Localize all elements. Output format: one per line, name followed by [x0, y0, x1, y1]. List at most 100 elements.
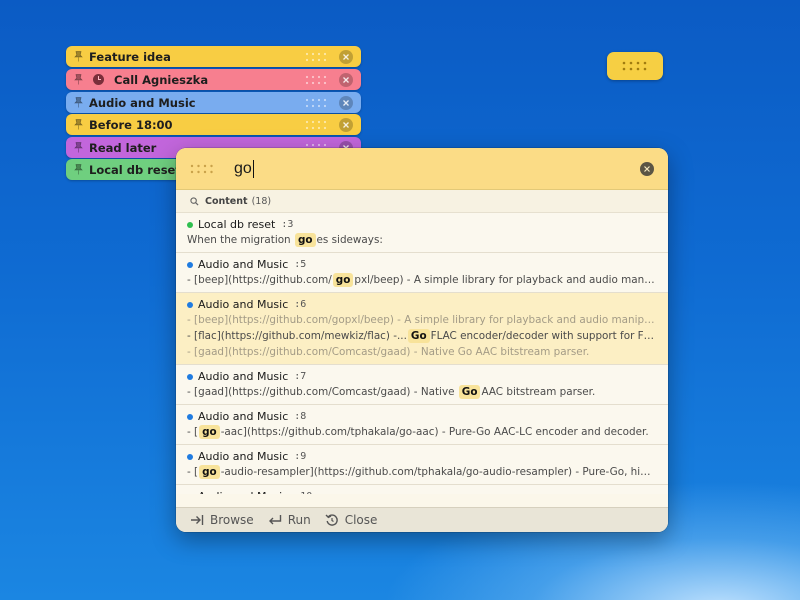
snippet-text: - [beep](https://github.com/: [187, 274, 332, 286]
result-note-name: Audio and Music: [198, 258, 289, 271]
note-color-dot: [187, 261, 193, 268]
snippet-text: - [: [187, 426, 199, 438]
sticky-note-label: Feature idea: [89, 49, 171, 64]
snippet-text: - [gaad](https://github.com/Comcast/gaad…: [187, 386, 458, 398]
note-color-dot: [187, 493, 193, 494]
floating-drag-handle[interactable]: [607, 52, 663, 80]
snippet-text: When the migration: [187, 234, 294, 246]
result-snippet: When the migration go es sideways:: [187, 232, 657, 248]
section-count: (18): [251, 195, 272, 207]
result-row[interactable]: Audio and Music :7 - [gaad](https://github…: [176, 365, 668, 405]
close-label: Close: [344, 513, 378, 527]
browse-button[interactable]: Browse: [190, 513, 254, 527]
snippet-text: es sideways:: [316, 234, 383, 246]
snippet-text: - [: [187, 466, 199, 478]
grip-icon[interactable]: [190, 164, 214, 174]
browse-label: Browse: [210, 513, 254, 527]
sticky-note-label: Audio and Music: [89, 95, 196, 110]
sticky-note[interactable]: Before 18:00: [66, 114, 361, 135]
search-input[interactable]: go: [234, 159, 640, 178]
pin-icon[interactable]: [69, 97, 87, 108]
snippet-text: - [gaad](https://github.com/Comcast/gaad…: [187, 346, 590, 358]
note-color-dot: [187, 301, 193, 308]
pin-icon[interactable]: [69, 51, 87, 62]
note-color-dot: [187, 413, 193, 420]
result-note-name: Audio and Music: [198, 490, 288, 494]
grip-icon[interactable]: [305, 98, 331, 108]
match-highlight: go: [294, 233, 316, 247]
result-line-number: :6: [294, 299, 307, 310]
close-note-button[interactable]: [339, 49, 353, 64]
undo-icon: [325, 514, 338, 526]
result-snippet: - [go -aac](https://github.com/tphakala/g…: [187, 424, 657, 440]
result-snippet: - [gaad](https://github.com/Comcast/gaad…: [187, 344, 657, 360]
result-title: Audio and Music :8: [187, 409, 657, 424]
result-row[interactable]: Local db reset :3 When the migration go es …: [176, 213, 668, 253]
pin-icon[interactable]: [69, 119, 87, 130]
clock-icon: [93, 74, 104, 85]
match-highlight: go: [332, 273, 354, 287]
grip-icon[interactable]: [305, 120, 331, 130]
close-icon: [343, 121, 349, 128]
result-snippet: - [gaad](https://github.com/Comcast/gaad…: [187, 384, 657, 400]
result-line-number: :3: [281, 219, 294, 230]
sticky-note-label: Call Agnieszka: [114, 72, 209, 87]
close-note-button[interactable]: [339, 95, 353, 110]
result-note-name: Local db reset: [198, 218, 276, 231]
pin-icon[interactable]: [69, 74, 87, 85]
sticky-note[interactable]: Audio and Music: [66, 92, 361, 113]
clear-search-button[interactable]: [640, 161, 654, 176]
snippet-text: - [beep](https://github.com/gopxl/beep) …: [187, 314, 657, 326]
result-snippet: - [beep](https://github.com/gopxl/beep) …: [187, 312, 657, 328]
result-note-name: Audio and Music: [198, 410, 289, 423]
match-highlight: go: [199, 425, 220, 439]
pin-icon[interactable]: [69, 142, 87, 153]
result-row[interactable]: Audio and Music :8 - [go -aac](https://gith…: [176, 405, 668, 445]
result-row[interactable]: Audio and Music:9 - [go -audio-resampler](…: [176, 445, 668, 485]
result-line-number: :7: [294, 371, 307, 382]
section-header: Content (18): [176, 190, 668, 213]
result-title: Local db reset :3: [187, 217, 657, 232]
match-highlight: go: [199, 465, 220, 479]
result-snippet: - [flac](https://github.com/mewkiz/flac)…: [187, 328, 657, 344]
snippet-text: FLAC encoder/decoder with support for FL…: [430, 330, 657, 342]
result-title: Audio and Music :5: [187, 257, 657, 272]
grip-icon[interactable]: [305, 52, 331, 62]
tab-arrow-icon: [191, 515, 204, 525]
close-button[interactable]: Close: [325, 513, 378, 527]
results-list: Local db reset:3 When the migration go es …: [176, 213, 668, 494]
close-note-button[interactable]: [339, 117, 353, 132]
note-color-dot: [187, 373, 193, 380]
result-row[interactable]: Audio and Music:6 - [beep](https://github…: [176, 293, 668, 365]
result-line-number: :9: [294, 451, 307, 462]
snippet-text: pxl/beep) - A simple library for playbac…: [354, 274, 657, 286]
run-label: Run: [287, 513, 311, 527]
result-title: Audio and Music:6: [187, 297, 657, 312]
snippet-text: - [flac](https://github.com/mewkiz/flac)…: [187, 330, 407, 342]
return-icon: [268, 515, 281, 525]
close-icon: [343, 99, 349, 106]
section-title: Content: [205, 195, 248, 207]
run-button[interactable]: Run: [268, 513, 311, 527]
grip-icon: [622, 61, 647, 71]
close-note-button[interactable]: [339, 72, 353, 87]
close-icon: [644, 165, 650, 172]
sticky-note[interactable]: Feature idea: [66, 46, 361, 67]
sticky-note-label: Before 18:00: [89, 117, 173, 132]
text-caret: [252, 159, 255, 178]
result-line-number: :5: [294, 259, 307, 270]
note-color-dot: [187, 221, 193, 228]
grip-icon[interactable]: [305, 75, 331, 85]
result-row[interactable]: Audio and Music:10- [go-flac](https://gi…: [176, 485, 668, 494]
action-bar: Browse Run Close: [176, 507, 668, 532]
result-snippet: - [go -audio-resampler](https://github.co…: [187, 464, 657, 480]
close-icon: [343, 76, 349, 83]
result-line-number: :10: [294, 491, 312, 494]
result-line-number: :8: [294, 411, 307, 422]
result-row[interactable]: Audio and Music :5 - [beep](https://github…: [176, 253, 668, 293]
result-title: Audio and Music:9: [187, 449, 657, 464]
result-snippet: - [beep](https://github.com/gopxl/beep) …: [187, 272, 657, 288]
pin-icon[interactable]: [69, 164, 87, 175]
sticky-note[interactable]: Call Agnieszka: [66, 69, 361, 90]
result-note-name: Audio and Music: [198, 370, 289, 383]
